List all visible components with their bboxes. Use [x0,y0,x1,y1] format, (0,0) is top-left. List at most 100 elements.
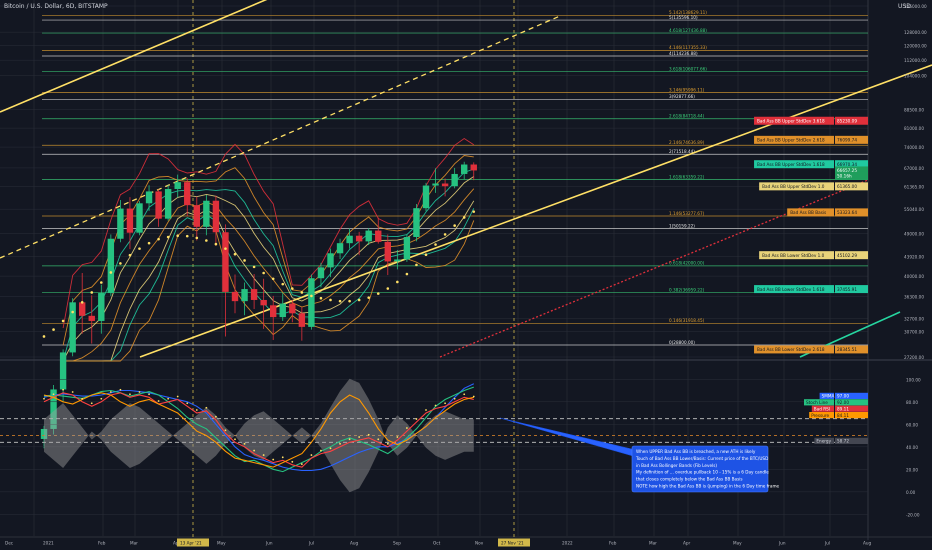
osc-tag-name: SMMA [822,394,835,399]
psar-dot [61,319,65,323]
osc-tag-value: 89.11 [837,406,849,411]
date-badge: 13 Apr '21 [180,541,202,546]
time-tick-label: 2021 [43,541,54,546]
candle-body [461,164,468,174]
candle-body [126,208,134,233]
price-tag-value: 66970.34 [837,162,857,167]
grid [0,0,932,550]
osc-tag-name: Pressure [811,413,829,418]
psar-dot [443,233,447,236]
fib-label: 0.382(36959.22) [669,287,705,292]
psar-dot [271,277,275,281]
osc-dot [281,456,284,459]
psar-dot [109,271,113,274]
candle-body [441,183,449,187]
annotation-line: Touch of Bad Ass BB Lower/Basis: Current… [635,456,768,461]
price-tick-label: 128000.00 [904,30,927,35]
price-tick-label: 36300.00 [904,294,924,299]
candle-body [241,289,248,302]
btc-usd-chart[interactable]: 5.142(138629.11)5(135596.10)4.618(127436… [0,0,932,550]
osc-dot [129,393,131,396]
psar-dot [195,236,199,240]
price-tick-label: 27200.00 [904,355,924,360]
osc-dot [300,463,303,465]
fib-label: 5(135596.10) [669,15,698,20]
candle-body [155,191,162,219]
price-tick-label: 30700.00 [904,330,924,335]
candle-body [174,182,181,189]
candle-body [327,253,334,268]
fib-label: 0.146(31918.45) [669,318,705,323]
psar-dot [52,328,55,331]
osc-dot [167,397,170,400]
psar-dot [262,271,265,275]
candle-body [79,302,86,316]
psar-dot [329,298,332,302]
osc-dot [444,402,446,405]
candle-body [203,200,210,227]
osc-tag-value: 58.72 [837,439,849,444]
price-tag-name: Bad Ass BB Lower StdDev 1.618 [757,287,825,292]
osc-tick-label: 20.00 [906,467,918,472]
psar-dot [252,265,256,269]
price-tick-label: 81000.00 [904,126,924,131]
fib-label: 0.618(42000.00) [669,261,705,266]
osc-dot [138,391,141,393]
date-badge: 27 Nov '21 [501,541,524,546]
time-axis[interactable]: Dec 2021 Feb Mar Apr 13 Apr '21 May Jun Jul Aug Se… [5,538,872,547]
fib-label: 3(92877.66) [669,94,695,99]
candle-body [270,305,277,318]
osc-dot [396,436,399,438]
osc-tick-label: 40.00 [906,445,918,450]
osc-dot [329,447,332,450]
osc-tick-label: 60.00 [906,422,918,427]
osc-dot [291,460,294,463]
psar-dot [42,335,46,338]
time-tick-label: Dec [5,541,14,546]
osc-tag-value: 84.11 [837,413,849,418]
psar-dot [405,272,409,276]
osc-dot [81,397,84,400]
psar-dot [453,224,456,227]
candle-body [375,230,382,242]
price-tick-label: 74000.00 [904,145,924,150]
osc-dot [434,404,437,407]
osc-dot [463,393,466,396]
fib-label: 3.146(95996.11) [669,87,705,92]
candle-body [107,238,115,294]
price-tick-label: 32700.00 [904,316,924,321]
osc-tag-value: 92.00 [837,400,849,405]
price-tag-name: Bad Ass BB Upper StdDev 1.0 [762,184,825,189]
price-tag-value: 85230.09 [837,119,857,124]
psar-dot [214,242,218,246]
psar-dot [157,237,160,241]
osc-tick-label: 80.00 [906,400,918,405]
psar-dot [128,253,132,257]
candle-body [98,293,105,321]
price-tick-label: 104000.00 [904,74,927,79]
psar-dot [176,234,179,237]
osc-dot [272,458,275,461]
price-tick-label: 120000.00 [904,44,927,49]
osc-dot [339,442,341,445]
osc-dot [186,402,189,405]
price-tag-value: 37455.91 [837,287,857,292]
price-tick-label: 43920.00 [904,255,924,260]
psar-dot [205,239,208,242]
price-tick-label: 40000.00 [904,274,924,279]
psar-dot [434,243,437,246]
osc-dot [358,436,361,438]
osc-dot [472,395,475,398]
psar-dot [138,247,141,250]
fib-label: 1.618(63359.22) [669,174,705,179]
osc-dot [195,409,198,411]
candle-body [88,315,95,321]
time-tick-label: Jun [778,541,786,546]
fib-label: 4.146(117355.33) [669,45,707,50]
candle-body [394,259,401,262]
osc-tick-label: 100.00 [906,377,921,382]
candle-body [184,182,191,206]
fib-label: 1(50159.22) [669,223,695,228]
psar-dot [119,262,122,265]
psar-dot [100,281,103,284]
